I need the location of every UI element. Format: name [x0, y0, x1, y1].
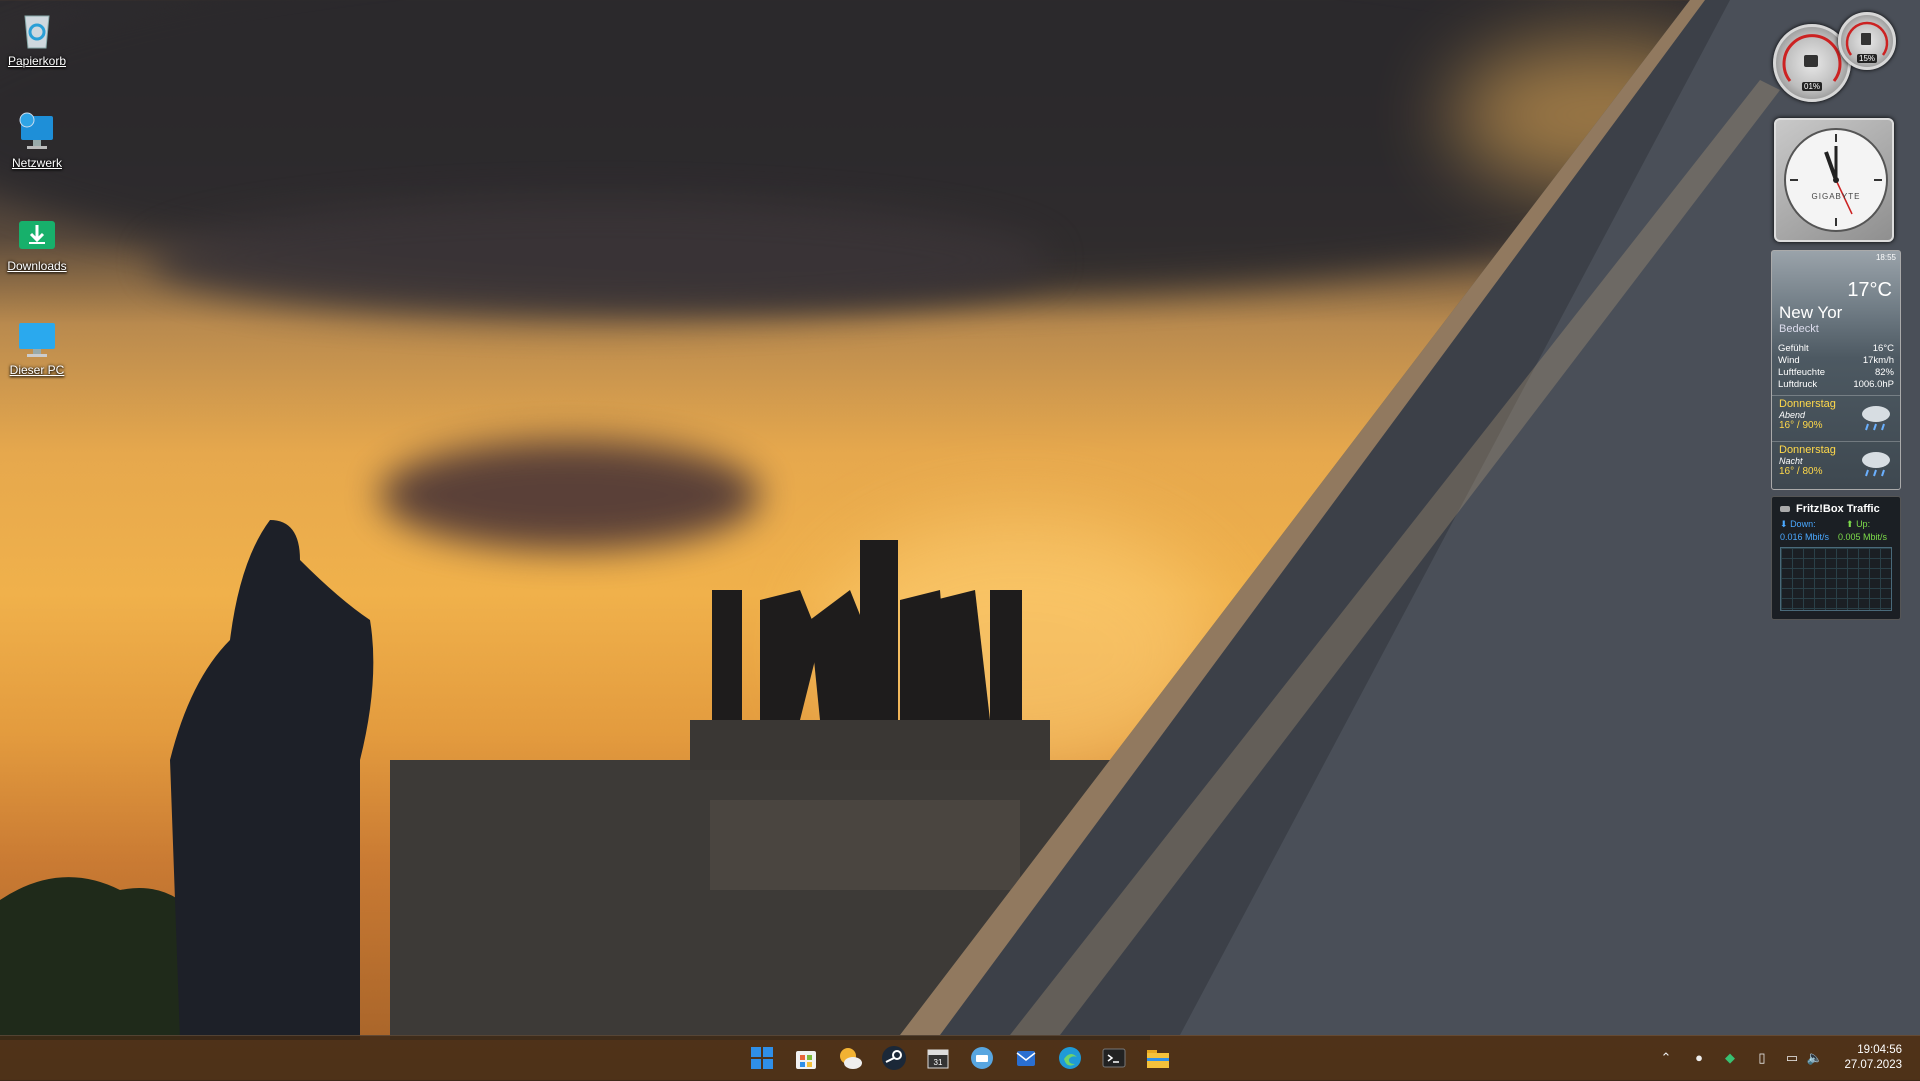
pyramid-silhouette — [0, 0, 1920, 1040]
desktop-icon-recycle-bin[interactable]: Papierkorb — [6, 8, 68, 68]
forecast-item: Donnerstag Nacht 16° / 80% — [1772, 441, 1900, 485]
fritz-up-value: 0.005 Mbit/s — [1838, 532, 1888, 542]
taskbar-clock[interactable]: 19:04:56 27.07.2023 — [1844, 1043, 1902, 1073]
fritz-down-label: ⬇ Down: — [1780, 519, 1816, 529]
taskbar-app-outlook[interactable] — [1012, 1044, 1040, 1072]
clock-hands — [1790, 134, 1882, 226]
clock-gadget[interactable]: GIGABYTE — [1774, 118, 1894, 242]
weather-detail-row: Luftfeuchte 82% — [1772, 367, 1900, 379]
detail-label: Gefühlt — [1778, 343, 1809, 354]
fritzbox-traffic-gadget[interactable]: Fritz!Box Traffic ⬇ Down: ⬆ Up: 0.016 Mb… — [1771, 496, 1901, 620]
defender-icon[interactable]: ◆ — [1721, 1049, 1739, 1067]
fritz-title: Fritz!Box Traffic — [1780, 503, 1880, 515]
weather-detail-row: Wind 17km/h — [1772, 355, 1900, 367]
recycle-bin-icon — [15, 8, 59, 52]
weather-details: Gefühlt 16°C Wind 17km/h Luftfeuchte 82% Lu… — [1772, 343, 1900, 391]
router-icon — [1780, 506, 1790, 512]
taskbar-app-edge[interactable] — [1056, 1044, 1084, 1072]
detail-value: 16°C — [1872, 343, 1894, 354]
weather-city: New Yor — [1779, 303, 1843, 322]
detail-label: Luftfeuchte — [1778, 367, 1826, 378]
desktop-icon-this-pc[interactable]: Dieser PC — [6, 317, 68, 377]
svg-text:31: 31 — [934, 1058, 943, 1067]
desktop-icon-label: Dieser PC — [9, 363, 65, 377]
steam-tray-icon[interactable]: ● — [1690, 1049, 1708, 1067]
calendar-app-icon: 31 — [927, 1049, 949, 1069]
network-icon — [15, 110, 59, 154]
taskbar: 31 ⌃ ● ◆ ▯ ▭ 🔈 19:04:56 27.07.2023 — [0, 1035, 1920, 1081]
steam-icon — [882, 1046, 906, 1070]
desktop-icon-label: Papierkorb — [7, 54, 67, 68]
detail-value: 82% — [1874, 367, 1894, 378]
desktop-icon-label: Downloads — [7, 259, 67, 273]
store-icon — [796, 1051, 816, 1069]
taskbar-date: 27.07.2023 — [1844, 1059, 1902, 1071]
volume-icon[interactable]: 🔈 — [1806, 1049, 1824, 1067]
desktop-icon-downloads[interactable]: Downloads — [6, 213, 68, 273]
downloads-folder-icon — [15, 213, 59, 257]
forecast-item: Donnerstag Abend 16° / 90% — [1772, 395, 1900, 439]
terminal-icon — [1102, 1048, 1126, 1068]
taskbar-app-remote[interactable] — [968, 1044, 996, 1072]
detail-label: Luftdruck — [1778, 379, 1818, 390]
rain-cloud-icon — [1862, 452, 1890, 477]
rain-cloud-icon — [1862, 406, 1890, 431]
file-explorer-icon — [1147, 1050, 1169, 1068]
clock-brand: GIGABYTE — [1811, 192, 1861, 201]
cpu-gauge-value: 01% — [1801, 82, 1823, 91]
taskbar-app-terminal[interactable] — [1100, 1044, 1128, 1072]
desktop-icon-network[interactable]: Netzwerk — [6, 110, 68, 170]
traffic-graph — [1780, 547, 1892, 611]
detail-value: 17km/h — [1862, 355, 1894, 366]
taskbar-app-steam[interactable] — [880, 1044, 908, 1072]
arrow-down-icon: ⬇ — [1780, 519, 1788, 529]
windows-start-icon — [751, 1047, 773, 1069]
memory-gauge-value: 15% — [1856, 54, 1878, 63]
taskbar-app-explorer[interactable] — [1144, 1044, 1172, 1072]
wallpaper — [0, 0, 1920, 1080]
fritz-up-label: ⬆ Up: — [1846, 519, 1871, 529]
weather-app-icon — [840, 1048, 862, 1069]
network-tray-icon[interactable]: ▭ — [1783, 1049, 1801, 1067]
clock-face: GIGABYTE — [1784, 128, 1888, 232]
battery-icon[interactable]: ▯ — [1753, 1049, 1771, 1067]
taskbar-app-calendar[interactable]: 31 — [924, 1044, 952, 1072]
taskbar-time: 19:04:56 — [1857, 1044, 1902, 1056]
mail-app-icon — [1016, 1051, 1036, 1066]
remote-app-icon — [971, 1047, 993, 1069]
memory-gauge[interactable]: 15% — [1838, 12, 1896, 70]
weather-temp: 17°C — [1847, 279, 1892, 301]
weather-gadget[interactable]: 18:55 17°C New Yor Bedeckt Gefühlt 16°C W… — [1771, 250, 1901, 490]
start-button[interactable] — [748, 1044, 776, 1072]
detail-value: 1006.0hP — [1853, 379, 1894, 390]
taskbar-app-weather[interactable] — [836, 1044, 864, 1072]
chevron-up-icon[interactable]: ⌃ — [1657, 1049, 1675, 1067]
detail-label: Wind — [1778, 355, 1800, 366]
fritz-title-text: Fritz!Box Traffic — [1796, 503, 1880, 515]
weather-condition: Bedeckt — [1779, 323, 1819, 335]
this-pc-icon — [15, 317, 59, 361]
taskbar-app-store[interactable] — [792, 1044, 820, 1072]
weather-detail-row: Luftdruck 1006.0hP — [1772, 379, 1900, 391]
weather-time: 18:55 — [1875, 253, 1896, 262]
weather-detail-row: Gefühlt 16°C — [1772, 343, 1900, 355]
fritz-down-value: 0.016 Mbit/s — [1780, 532, 1830, 542]
edge-browser-icon — [1059, 1047, 1081, 1069]
arrow-up-icon: ⬆ — [1846, 519, 1854, 529]
desktop-icon-label: Netzwerk — [11, 156, 62, 170]
